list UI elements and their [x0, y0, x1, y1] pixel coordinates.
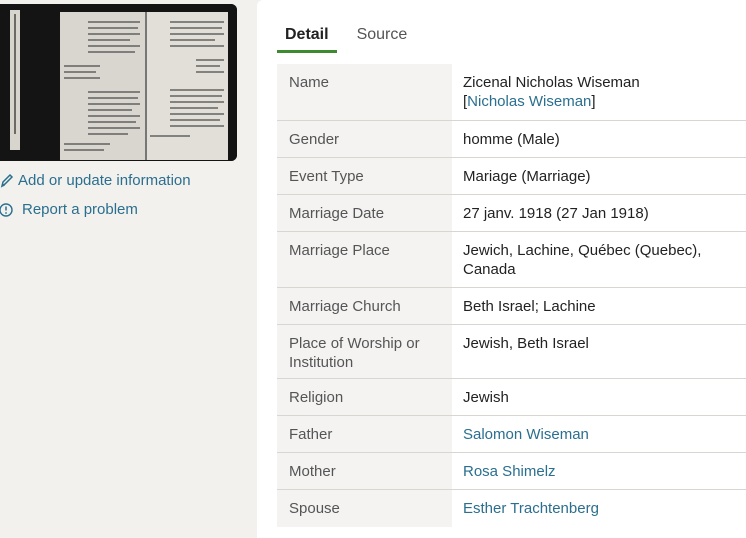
father-link[interactable]: Salomon Wiseman — [463, 426, 589, 443]
row-value: homme (Male) — [463, 131, 560, 148]
alt-name-link[interactable]: Nicholas Wiseman — [467, 93, 591, 110]
tab-bar: Detail Source — [277, 26, 427, 53]
row-value: Beth Israel; Lachine — [463, 298, 596, 315]
table-row-event-type: Event Type Mariage (Marriage) — [277, 158, 746, 195]
report-problem-label: Report a problem — [22, 201, 138, 218]
row-label: Marriage Place — [277, 232, 452, 287]
row-value: Zicenal Nicholas Wiseman [Nicholas Wisem… — [452, 64, 746, 120]
row-label: Father — [277, 416, 452, 452]
row-value: Mariage (Marriage) — [463, 168, 591, 185]
add-update-info-link[interactable]: Add or update information — [0, 172, 191, 189]
table-row-marriage-place: Marriage Place Jewich, Lachine, Québec (… — [277, 232, 746, 288]
mother-link[interactable]: Rosa Shimelz — [463, 463, 556, 480]
row-value: Rosa Shimelz — [452, 453, 746, 489]
record-detail-panel: Detail Source Name Zicenal Nicholas Wise… — [257, 0, 746, 538]
tab-source[interactable]: Source — [349, 26, 416, 53]
table-row-place-of-worship: Place of Worship or Institution Jewish, … — [277, 325, 746, 379]
row-value: Esther Trachtenberg — [452, 490, 746, 527]
row-label: Spouse — [277, 490, 452, 527]
pencil-icon — [0, 173, 14, 188]
alert-circle-icon — [0, 202, 13, 217]
row-label: Name — [277, 64, 452, 120]
report-problem-link[interactable]: Report a problem — [0, 201, 138, 218]
row-value: Jewich, Lachine, Québec (Quebec), Canada — [463, 242, 702, 278]
row-value: 27 janv. 1918 (27 Jan 1918) — [463, 205, 649, 222]
table-row-marriage-date: Marriage Date 27 janv. 1918 (27 Jan 1918… — [277, 195, 746, 232]
add-update-info-label: Add or update information — [18, 172, 191, 189]
row-label: Gender — [277, 121, 452, 157]
record-image-graphic — [0, 4, 237, 161]
tab-detail[interactable]: Detail — [277, 26, 337, 53]
left-sidebar: Add or update information Report a probl… — [0, 0, 257, 538]
row-label: Place of Worship or Institution — [277, 325, 452, 378]
row-value: Jewish — [463, 389, 509, 406]
spouse-link[interactable]: Esther Trachtenberg — [463, 500, 599, 517]
name-value: Zicenal Nicholas Wiseman — [463, 74, 640, 91]
row-label: Marriage Date — [277, 195, 452, 231]
table-row-mother: Mother Rosa Shimelz — [277, 453, 746, 490]
row-label: Event Type — [277, 158, 452, 194]
row-label: Religion — [277, 379, 452, 415]
table-row-gender: Gender homme (Male) — [277, 121, 746, 158]
table-row-father: Father Salomon Wiseman — [277, 416, 746, 453]
detail-table: Name Zicenal Nicholas Wiseman [Nicholas … — [277, 64, 746, 527]
record-image-thumbnail[interactable] — [0, 4, 237, 161]
table-row-name: Name Zicenal Nicholas Wiseman [Nicholas … — [277, 64, 746, 121]
table-row-spouse: Spouse Esther Trachtenberg — [277, 490, 746, 527]
row-label: Marriage Church — [277, 288, 452, 324]
alt-name-close-bracket: ] — [591, 93, 596, 110]
row-value: Salomon Wiseman — [452, 416, 746, 452]
table-row-religion: Religion Jewish — [277, 379, 746, 416]
row-value: Jewish, Beth Israel — [463, 335, 589, 352]
table-row-marriage-church: Marriage Church Beth Israel; Lachine — [277, 288, 746, 325]
row-label: Mother — [277, 453, 452, 489]
